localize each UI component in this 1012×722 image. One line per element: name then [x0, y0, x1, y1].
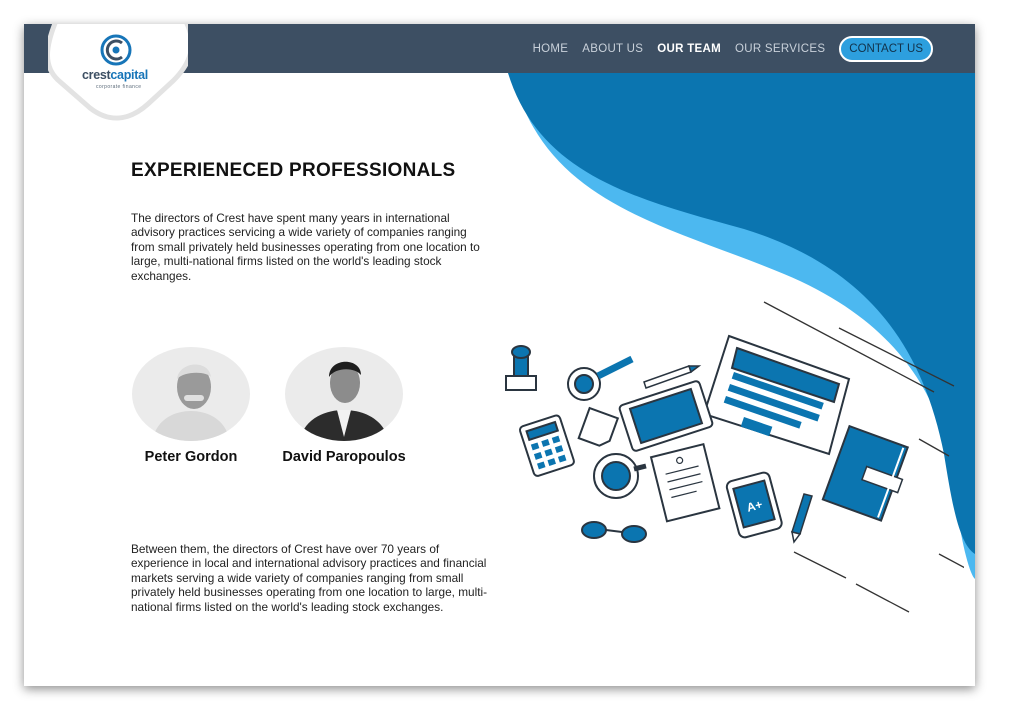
nav-links: HOME ABOUT US OUR TEAM OUR SERVICES CONT…: [533, 34, 933, 64]
notebook-icon: [821, 424, 910, 522]
glasses-icon: [581, 521, 647, 543]
logo[interactable]: crestcapital corporate finance: [24, 24, 204, 134]
document-icon: [649, 442, 721, 523]
outro-paragraph: Between them, the directors of Crest hav…: [131, 542, 488, 614]
magnifier-icon: [567, 355, 634, 401]
pen-icon: [791, 493, 813, 544]
team-member-card: David Paropoulos: [274, 347, 414, 465]
page: HOME ABOUT US OUR TEAM OUR SERVICES CONT…: [24, 24, 975, 686]
contact-us-button[interactable]: CONTACT US: [839, 36, 933, 62]
stamp-icon: [505, 345, 537, 391]
nav-item-our-services[interactable]: OUR SERVICES: [735, 43, 825, 55]
team-member-name: Peter Gordon: [144, 449, 238, 465]
laptop-icon: [702, 334, 851, 456]
sticky-note-icon: [577, 406, 620, 447]
office-supplies-illustration: A+: [505, 301, 964, 613]
team-member-card: Peter Gordon: [121, 347, 261, 465]
crest-logo-icon: [100, 34, 132, 66]
team-member-photo: [132, 347, 250, 441]
team-member-name: David Paropoulos: [282, 449, 406, 465]
intro-paragraph: The directors of Crest have spent many y…: [131, 211, 480, 283]
team-member-photo: [285, 347, 403, 441]
page-heading: EXPERIENECED PROFESSIONALS: [131, 160, 456, 181]
calculator-icon: [518, 414, 575, 477]
person-portrait-icon: [152, 364, 230, 441]
brand-tagline: corporate finance: [96, 84, 142, 90]
nav-item-home[interactable]: HOME: [533, 43, 569, 55]
coffee-cup-icon: [593, 453, 647, 499]
brand-name: crestcapital: [82, 68, 148, 82]
tablet-icon: [618, 380, 714, 452]
nav-item-our-team[interactable]: OUR TEAM: [657, 43, 721, 55]
nav-item-about-us[interactable]: ABOUT US: [582, 43, 643, 55]
person-portrait-icon: [299, 361, 389, 441]
